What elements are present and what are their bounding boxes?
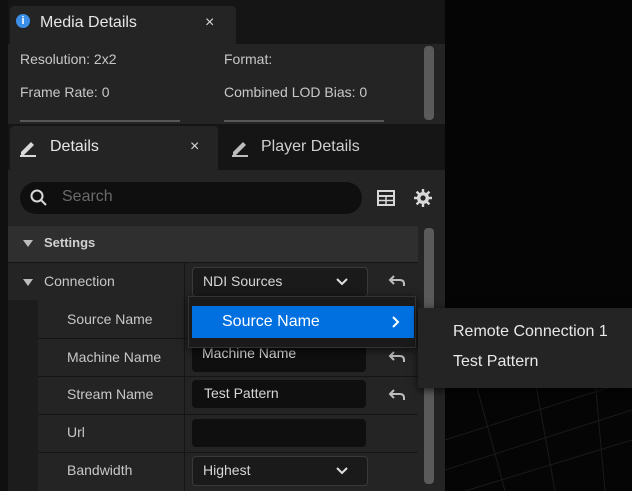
search-placeholder: Search bbox=[62, 188, 113, 205]
viewport-grid bbox=[445, 379, 632, 491]
indent-gutter bbox=[8, 300, 38, 491]
search-icon bbox=[30, 189, 47, 206]
resolution-text: Resolution: 2x2 bbox=[20, 51, 117, 67]
stream-name-value: Test Pattern bbox=[204, 385, 279, 401]
reset-to-default-icon[interactable] bbox=[388, 273, 406, 289]
info-icon: i bbox=[16, 14, 30, 28]
tab-details[interactable] bbox=[10, 126, 218, 170]
tab-player-details[interactable]: Player Details bbox=[261, 138, 360, 156]
submenu-item-remote-connection[interactable]: Remote Connection 1 bbox=[453, 323, 608, 341]
close-media-details-button[interactable]: × bbox=[205, 14, 214, 32]
row-separator bbox=[38, 452, 418, 453]
menu-item-label: Source Name bbox=[222, 313, 320, 330]
connection-value: NDI Sources bbox=[203, 273, 283, 289]
bandwidth-value: Highest bbox=[203, 462, 251, 478]
property-label-bandwidth: Bandwidth bbox=[67, 462, 133, 478]
close-details-button[interactable]: × bbox=[190, 138, 199, 156]
details-icon bbox=[20, 142, 36, 157]
submenu-item-test-pattern[interactable]: Test Pattern bbox=[453, 353, 538, 371]
chevron-down-icon bbox=[336, 278, 348, 286]
chevron-right-icon bbox=[392, 316, 400, 328]
left-edge bbox=[0, 0, 8, 491]
expand-arrow-icon bbox=[23, 279, 33, 286]
property-label-url: Url bbox=[67, 424, 85, 440]
chevron-down-icon bbox=[336, 467, 348, 475]
table-view-icon[interactable] bbox=[377, 189, 395, 207]
machine-name-input[interactable]: Machine Name bbox=[192, 344, 366, 372]
format-text: Format: bbox=[224, 51, 273, 67]
clipped-row bbox=[20, 116, 180, 124]
property-label-connection: Connection bbox=[44, 273, 115, 289]
player-details-icon bbox=[232, 142, 248, 157]
expand-arrow-icon bbox=[23, 240, 33, 247]
media-details-scrollbar[interactable] bbox=[424, 46, 434, 120]
reset-to-default-icon[interactable] bbox=[388, 349, 406, 365]
gear-icon[interactable] bbox=[413, 188, 433, 208]
clipped-row bbox=[224, 116, 384, 124]
bandwidth-dropdown[interactable]: Highest bbox=[192, 456, 368, 486]
source-name-submenu: Remote Connection 1 Test Pattern bbox=[418, 308, 632, 388]
menu-item-source-name[interactable]: Source Name bbox=[192, 306, 414, 338]
connection-dropdown[interactable]: NDI Sources bbox=[192, 267, 368, 297]
frame-rate-text: Frame Rate: 0 bbox=[20, 84, 110, 100]
property-label-machine-name: Machine Name bbox=[67, 349, 162, 365]
category-label: Settings bbox=[44, 235, 96, 250]
media-details-panel: Resolution: 2x2 Format: Frame Rate: 0 Co… bbox=[8, 44, 445, 124]
property-label-stream-name: Stream Name bbox=[67, 386, 154, 402]
lod-bias-text: Combined LOD Bias: 0 bbox=[224, 84, 368, 100]
viewport[interactable] bbox=[445, 0, 632, 491]
search-input[interactable]: Search bbox=[20, 182, 362, 214]
url-input[interactable] bbox=[192, 419, 366, 447]
row-separator bbox=[8, 262, 418, 263]
property-label-source-name: Source Name bbox=[67, 311, 153, 327]
row-separator bbox=[38, 376, 418, 377]
row-separator bbox=[38, 414, 418, 415]
media-details-tab-label: Media Details bbox=[40, 14, 137, 31]
stream-name-input[interactable]: Test Pattern bbox=[192, 380, 366, 408]
tab-details-label: Details bbox=[50, 138, 99, 155]
reset-to-default-icon[interactable] bbox=[388, 387, 406, 403]
